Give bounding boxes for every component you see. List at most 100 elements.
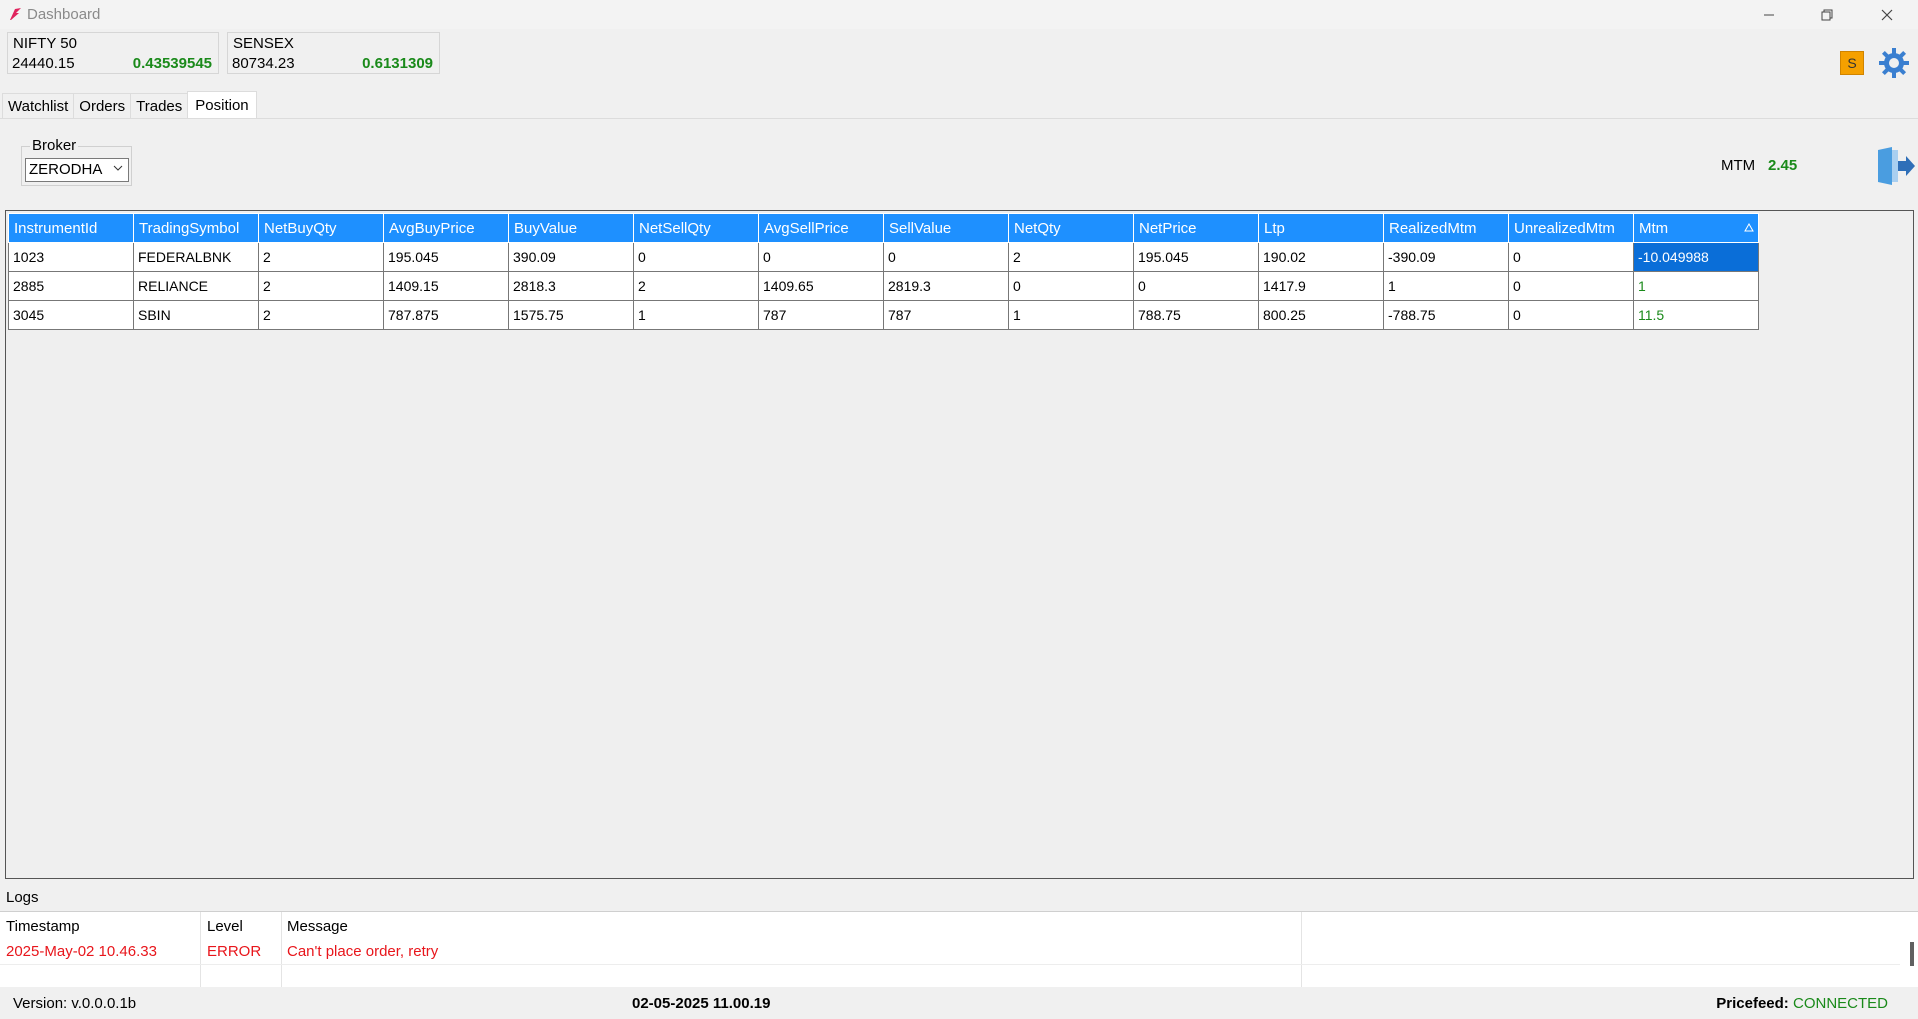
cell-instrument-id[interactable]: 1023 [8, 242, 134, 272]
column-header-mtm[interactable]: Mtm [1633, 213, 1759, 243]
column-header-realized-mtm[interactable]: RealizedMtm [1383, 213, 1509, 243]
tab-position[interactable]: Position [187, 91, 257, 118]
cell-net-price[interactable]: 0 [1133, 271, 1259, 301]
cell-net-qty[interactable]: 1 [1008, 300, 1134, 330]
column-header-trading-symbol[interactable]: TradingSymbol [133, 213, 259, 243]
log-header-timestamp: Timestamp [6, 918, 80, 935]
cell-avg-buy-price[interactable]: 787.875 [383, 300, 509, 330]
version-text: Version: v.0.0.0.1b [13, 995, 137, 1012]
cell-mtm[interactable]: 1 [1633, 271, 1759, 301]
user-avatar[interactable]: S [1840, 51, 1864, 75]
index-value: 80734.23 [232, 55, 295, 72]
index-name: NIFTY 50 [13, 35, 77, 52]
cell-net-buy-qty[interactable]: 2 [258, 271, 384, 301]
logs-title: Logs [6, 889, 39, 906]
close-button[interactable] [1858, 0, 1916, 29]
restore-button[interactable] [1798, 0, 1856, 29]
restore-icon [1821, 9, 1833, 20]
table-row[interactable]: 2885 RELIANCE 2 1409.15 2818.3 2 1409.65 2819.3… [8, 271, 1759, 301]
minimize-icon [1764, 14, 1774, 15]
positions-table: InstrumentId TradingSymbol NetBuyQty AvgBuy… [8, 213, 1759, 330]
table-row[interactable]: 1023 FEDERALBNK 2 195.045 390.09 0 0 0 2 195.045 1… [8, 242, 1759, 272]
cell-mtm[interactable]: -10.049988 [1633, 242, 1759, 272]
tab-divider [0, 118, 1918, 119]
cell-avg-buy-price[interactable]: 195.045 [383, 242, 509, 272]
cell-trading-symbol[interactable]: RELIANCE [133, 271, 259, 301]
column-header-ltp[interactable]: Ltp [1258, 213, 1384, 243]
column-header-net-buy-qty[interactable]: NetBuyQty [258, 213, 384, 243]
cell-buy-value[interactable]: 390.09 [508, 242, 634, 272]
cell-avg-buy-price[interactable]: 1409.15 [383, 271, 509, 301]
tab-watchlist[interactable]: Watchlist [2, 93, 75, 119]
column-header-sell-value[interactable]: SellValue [883, 213, 1009, 243]
cell-ltp[interactable]: 1417.9 [1258, 271, 1384, 301]
status-bar: Version: v.0.0.0.1b 02-05-2025 11.00.19 … [0, 987, 1918, 1019]
tab-trades[interactable]: Trades [130, 93, 189, 119]
sort-asc-icon [1744, 222, 1754, 232]
cell-avg-sell-price[interactable]: 1409.65 [758, 271, 884, 301]
exit-icon[interactable] [1876, 146, 1916, 186]
mtm-value: 2.45 [1768, 157, 1798, 174]
broker-select[interactable]: ZERODHA [25, 158, 129, 182]
cell-realized-mtm[interactable]: -788.75 [1383, 300, 1509, 330]
positions-grid[interactable]: InstrumentId TradingSymbol NetBuyQty AvgBuy… [5, 210, 1914, 879]
cell-sell-value[interactable]: 2819.3 [883, 271, 1009, 301]
cell-trading-symbol[interactable]: SBIN [133, 300, 259, 330]
cell-instrument-id[interactable]: 2885 [8, 271, 134, 301]
cell-net-price[interactable]: 195.045 [1133, 242, 1259, 272]
cell-realized-mtm[interactable]: 1 [1383, 271, 1509, 301]
log-row-divider [0, 964, 1900, 965]
cell-unrealized-mtm[interactable]: 0 [1508, 271, 1634, 301]
log-scrollbar[interactable] [1910, 942, 1914, 966]
index-value: 24440.15 [12, 55, 75, 72]
cell-unrealized-mtm[interactable]: 0 [1508, 300, 1634, 330]
cell-sell-value[interactable]: 0 [883, 242, 1009, 272]
cell-net-buy-qty[interactable]: 2 [258, 242, 384, 272]
cell-unrealized-mtm[interactable]: 0 [1508, 242, 1634, 272]
table-row[interactable]: 3045 SBIN 2 787.875 1575.75 1 787 787 1 788.75 800… [8, 300, 1759, 330]
column-header-net-price[interactable]: NetPrice [1133, 213, 1259, 243]
pricefeed-status: Pricefeed: CONNECTED [1716, 995, 1888, 1012]
cell-sell-value[interactable]: 787 [883, 300, 1009, 330]
cell-net-qty[interactable]: 2 [1008, 242, 1134, 272]
index-ticker-sensex: SENSEX 80734.23 0.6131309 [227, 32, 440, 74]
log-message: Can't place order, retry [287, 943, 439, 960]
column-header-unrealized-mtm[interactable]: UnrealizedMtm [1508, 213, 1634, 243]
cell-ltp[interactable]: 190.02 [1258, 242, 1384, 272]
gear-icon[interactable] [1878, 47, 1910, 79]
column-header-avg-buy-price[interactable]: AvgBuyPrice [383, 213, 509, 243]
title-bar: Dashboard [0, 0, 1918, 29]
cell-trading-symbol[interactable]: FEDERALBNK [133, 242, 259, 272]
cell-buy-value[interactable]: 2818.3 [508, 271, 634, 301]
cell-buy-value[interactable]: 1575.75 [508, 300, 634, 330]
cell-net-sell-qty[interactable]: 1 [633, 300, 759, 330]
column-header-label: Mtm [1639, 219, 1669, 237]
cell-ltp[interactable]: 800.25 [1258, 300, 1384, 330]
window-title: Dashboard [27, 6, 101, 23]
cell-net-sell-qty[interactable]: 0 [633, 242, 759, 272]
broker-selected-value: ZERODHA [29, 161, 103, 178]
pricefeed-state: CONNECTED [1792, 995, 1888, 1012]
minimize-button[interactable] [1740, 0, 1798, 29]
main-tabs: Watchlist Orders Trades Position [2, 91, 257, 119]
cell-net-sell-qty[interactable]: 2 [633, 271, 759, 301]
logs-grid[interactable]: Timestamp Level Message 2025-May-02 10.4… [0, 911, 1918, 988]
column-header-instrument-id[interactable]: InstrumentId [8, 213, 134, 243]
cell-net-buy-qty[interactable]: 2 [258, 300, 384, 330]
column-header-avg-sell-price[interactable]: AvgSellPrice [758, 213, 884, 243]
cell-realized-mtm[interactable]: -390.09 [1383, 242, 1509, 272]
cell-avg-sell-price[interactable]: 0 [758, 242, 884, 272]
cell-instrument-id[interactable]: 3045 [8, 300, 134, 330]
close-icon [1881, 9, 1893, 20]
cell-net-qty[interactable]: 0 [1008, 271, 1134, 301]
chevron-down-icon [113, 165, 123, 171]
cell-mtm[interactable]: 11.5 [1633, 300, 1759, 330]
tab-orders[interactable]: Orders [73, 93, 132, 119]
mtm-label: MTM [1721, 157, 1756, 174]
column-header-buy-value[interactable]: BuyValue [508, 213, 634, 243]
index-ticker-nifty: NIFTY 50 24440.15 0.43539545 [7, 32, 219, 74]
cell-net-price[interactable]: 788.75 [1133, 300, 1259, 330]
column-header-net-sell-qty[interactable]: NetSellQty [633, 213, 759, 243]
column-header-net-qty[interactable]: NetQty [1008, 213, 1134, 243]
cell-avg-sell-price[interactable]: 787 [758, 300, 884, 330]
